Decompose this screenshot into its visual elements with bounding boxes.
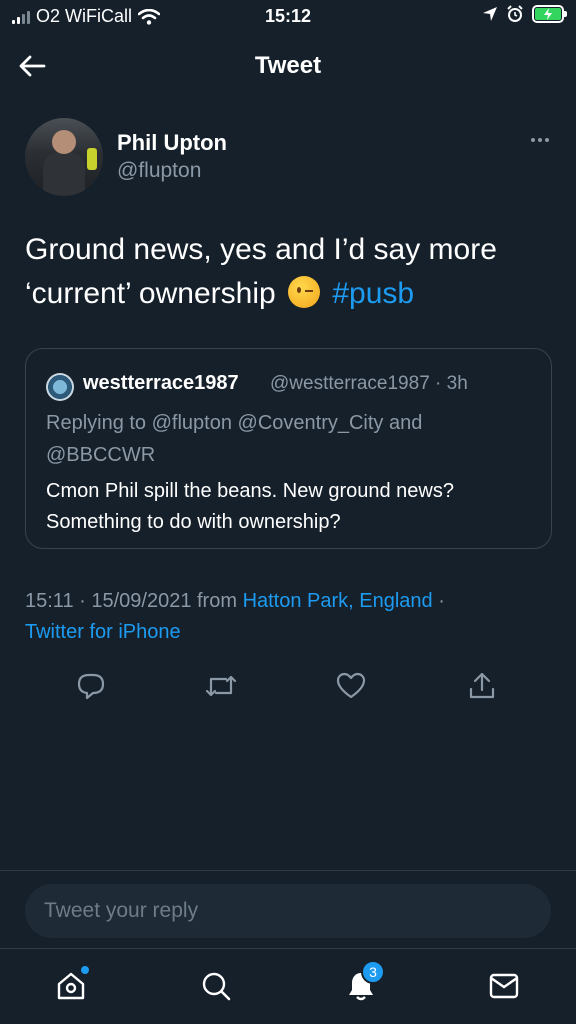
reply-icon bbox=[77, 673, 105, 700]
tab-home[interactable] bbox=[49, 964, 93, 1008]
source-link[interactable]: Twitter for iPhone bbox=[25, 621, 181, 643]
share-button[interactable] bbox=[460, 664, 504, 708]
quoted-avatar bbox=[46, 373, 74, 401]
retweet-button[interactable] bbox=[199, 664, 243, 708]
tweet-author: Phil Upton @flupton bbox=[25, 118, 555, 198]
header: Tweet bbox=[0, 40, 576, 94]
share-icon bbox=[469, 672, 495, 699]
tab-notifications[interactable]: 3 bbox=[339, 960, 385, 1008]
quoted-author-meta: @westterrace1987 · 3h bbox=[270, 373, 468, 394]
alarm-icon bbox=[507, 5, 523, 22]
tab-bar: 3 bbox=[0, 950, 576, 1024]
status-right bbox=[482, 5, 567, 23]
quoted-author-name: westterrace1987 bbox=[83, 372, 239, 394]
messages-icon bbox=[489, 973, 519, 999]
hashtag-link[interactable]: #pusb bbox=[332, 277, 414, 310]
tweet-text-line2: ‘current’ ownership #pusb bbox=[25, 272, 555, 316]
tweet-text-line2-body: ‘current’ ownership bbox=[25, 277, 276, 310]
location-icon bbox=[483, 7, 497, 21]
more-icon[interactable] bbox=[525, 130, 555, 150]
tweet-meta: 15:11 · 15/09/2021 from Hatton Park, Eng… bbox=[25, 586, 555, 648]
reply-input[interactable]: Tweet your reply bbox=[25, 884, 551, 938]
search-icon bbox=[202, 972, 231, 1001]
quoted-replying-to: Replying to @flupton @Coventry_City and … bbox=[46, 412, 423, 466]
home-unread-dot bbox=[81, 966, 89, 974]
page-title: Tweet bbox=[254, 52, 322, 79]
status-bar: O2 WiFiCall 15:12 bbox=[0, 0, 576, 34]
quoted-tweet[interactable]: westterrace1987 @westterrace1987 · 3h Re… bbox=[25, 348, 552, 549]
meta-separator: · bbox=[438, 590, 445, 612]
tweet-actions bbox=[0, 664, 576, 708]
tweet-text-line1: Ground news, yes and I’d say more bbox=[25, 233, 497, 266]
tweet-timestamp: 15:11 · 15/09/2021 from bbox=[25, 590, 237, 612]
tab-messages[interactable] bbox=[482, 964, 526, 1008]
tab-divider bbox=[0, 948, 576, 949]
like-icon bbox=[336, 672, 366, 699]
location-link[interactable]: Hatton Park, England bbox=[243, 590, 433, 612]
divider bbox=[0, 870, 576, 871]
wink-emoji-icon bbox=[288, 276, 321, 308]
avatar[interactable] bbox=[25, 118, 103, 196]
retweet-icon bbox=[205, 675, 237, 697]
notification-badge: 3 bbox=[361, 960, 385, 984]
tab-search[interactable] bbox=[194, 964, 238, 1008]
tweet-text: Ground news, yes and I’d say more ‘curre… bbox=[25, 228, 555, 316]
home-icon bbox=[57, 972, 85, 1000]
quoted-text: Cmon Phil spill the beans. New ground ne… bbox=[46, 480, 454, 533]
like-button[interactable] bbox=[329, 664, 373, 708]
reply-button[interactable] bbox=[69, 664, 113, 708]
author-name[interactable]: Phil Upton bbox=[117, 130, 227, 156]
battery-icon bbox=[532, 5, 567, 23]
author-handle[interactable]: @flupton bbox=[117, 159, 201, 183]
